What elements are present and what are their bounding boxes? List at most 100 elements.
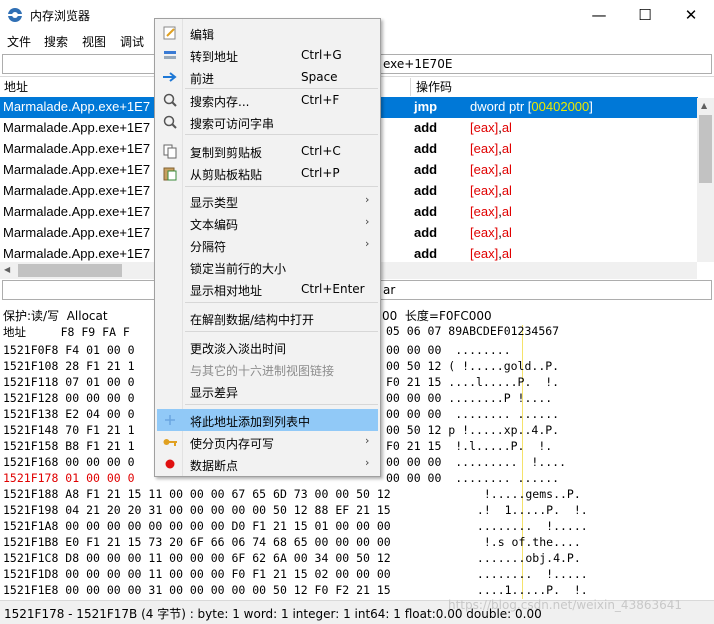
hex-row-tail[interactable]: ........ !..... bbox=[470, 567, 588, 581]
hex-row-tail[interactable]: 00 00 00 ........P !.... bbox=[386, 391, 552, 405]
menu-item-shortcut: Space bbox=[301, 70, 338, 84]
disasm-operand: [eax],al bbox=[470, 162, 512, 177]
hex-row[interactable]: 1521F1C8 D8 00 00 00 11 00 00 00 6F 62 6… bbox=[3, 551, 391, 565]
menu-item-separator-option[interactable]: 分隔符 › bbox=[157, 234, 378, 256]
hex-row[interactable]: 1521F168 00 00 00 0 bbox=[3, 455, 135, 469]
hex-row[interactable]: 1521F1D8 00 00 00 00 11 00 00 00 F0 F1 2… bbox=[3, 567, 391, 581]
hex-row[interactable]: 1521F1B8 E0 F1 21 15 73 20 6F 66 06 74 6… bbox=[3, 535, 391, 549]
menu-item-text-encoding[interactable]: 文本编码 › bbox=[157, 212, 378, 234]
disasm-address: Marmalade.App.exe+1E7 bbox=[3, 120, 151, 135]
hex-row-tail[interactable]: !.....gems..P. bbox=[470, 487, 581, 501]
hex-header: 地址 F8 F9 FA F bbox=[3, 325, 130, 339]
menu-item-label: 锁定当前行的大小 bbox=[190, 262, 287, 276]
hex-row-tail[interactable]: .......obj.4.P. bbox=[470, 551, 581, 565]
plus-icon bbox=[165, 415, 175, 425]
operand-register: [eax] bbox=[470, 183, 499, 198]
operand-register: [eax] bbox=[470, 225, 499, 240]
hex-row-tail[interactable]: 00 00 00 ........ ...... bbox=[386, 471, 559, 485]
paste-icon bbox=[163, 167, 177, 181]
scrollbar-thumb[interactable] bbox=[18, 264, 122, 277]
operand-text: dword ptr [ bbox=[470, 99, 532, 114]
menu-item-dissect-data[interactable]: 在解剖数据/结构中打开 bbox=[157, 307, 378, 329]
menu-item-paste[interactable]: 从剪贴板粘贴 Ctrl+P bbox=[157, 162, 378, 184]
menu-item-goto-address[interactable]: 转到地址 Ctrl+G bbox=[157, 44, 378, 66]
minimize-button[interactable]: — bbox=[576, 0, 622, 30]
menu-item-edit[interactable]: 编辑 bbox=[157, 22, 378, 44]
scroll-up-icon[interactable]: ▲ bbox=[701, 101, 707, 110]
operand-register: al bbox=[501, 204, 512, 219]
menu-item-add-to-list[interactable]: 将此地址添加到列表中 bbox=[157, 409, 378, 431]
hex-row[interactable]: 1521F1E8 00 00 00 00 31 00 00 00 00 00 5… bbox=[3, 583, 391, 597]
menu-item-relative-address[interactable]: 显示相对地址 Ctrl+Enter bbox=[157, 278, 378, 300]
hex-row-tail[interactable]: !.s of.the.... bbox=[470, 535, 581, 549]
submenu-arrow-icon: › bbox=[365, 193, 370, 206]
menu-view[interactable]: 视图 bbox=[82, 33, 106, 50]
column-separator[interactable] bbox=[410, 78, 411, 96]
scroll-left-icon[interactable]: ◀ bbox=[4, 265, 10, 274]
hex-row-tail[interactable]: 00 00 00 ........ ...... bbox=[386, 407, 559, 421]
hex-row[interactable]: 1521F108 28 F1 21 1 bbox=[3, 359, 135, 373]
menu-item-label: 显示相对地址 bbox=[190, 284, 263, 298]
column-header-opcode[interactable]: 操作码 bbox=[416, 78, 452, 98]
submenu-arrow-icon: › bbox=[365, 456, 370, 469]
menu-item-fade-time[interactable]: 更改淡入淡出时间 bbox=[157, 336, 378, 358]
disasm-address: Marmalade.App.exe+1E7 bbox=[3, 246, 151, 261]
hex-row-tail[interactable]: 00 50 12 ( !.....gold..P. bbox=[386, 359, 559, 373]
disasm-operand: [eax],al bbox=[470, 120, 512, 135]
hex-row[interactable]: 1521F0F8 F4 01 00 0 bbox=[3, 343, 135, 357]
hex-row-tail[interactable]: F0 21 15 ....l.....P. !. bbox=[386, 375, 559, 389]
menu-item-label: 分隔符 bbox=[190, 240, 227, 254]
hex-row-tail[interactable]: F0 21 15 !.l.....P. !. bbox=[386, 439, 552, 453]
app-icon bbox=[8, 8, 22, 22]
operand-register: al bbox=[501, 162, 512, 177]
hex-row[interactable]: 1521F118 07 01 00 0 bbox=[3, 375, 135, 389]
hex-row-tail[interactable]: 00 50 12 p !.....xp..4.P. bbox=[386, 423, 559, 437]
disasm-vertical-scrollbar[interactable]: ▲ bbox=[697, 98, 714, 262]
scrollbar-thumb[interactable] bbox=[699, 115, 712, 183]
menu-item-display-type[interactable]: 显示类型 › bbox=[157, 190, 378, 212]
disasm-address: Marmalade.App.exe+1E7 bbox=[3, 225, 151, 240]
menu-separator bbox=[185, 404, 378, 405]
menu-debug[interactable]: 调试 bbox=[120, 33, 144, 50]
disasm-opcode: add bbox=[414, 120, 438, 135]
copy-icon bbox=[163, 144, 177, 159]
operand-address: 00402000 bbox=[531, 99, 590, 114]
menu-item-copy[interactable]: 复制到剪贴板 Ctrl+C bbox=[157, 140, 378, 162]
menu-item-show-diff[interactable]: 显示差异 bbox=[157, 380, 378, 402]
operand-register: [eax] bbox=[470, 162, 499, 177]
menu-item-forward[interactable]: 前进 Space bbox=[157, 66, 378, 88]
hex-row[interactable]: 1521F148 70 F1 21 1 bbox=[3, 423, 135, 437]
operand-register: [eax] bbox=[470, 246, 499, 261]
hex-row[interactable]: 1521F128 00 00 00 0 bbox=[3, 391, 135, 405]
menu-item-search-memory[interactable]: 搜索内存... Ctrl+F bbox=[157, 89, 378, 111]
disasm-address: Marmalade.App.exe+1E7 bbox=[3, 141, 151, 156]
hex-row[interactable]: 1521F138 E2 04 00 0 bbox=[3, 407, 135, 421]
disasm-opcode: add bbox=[414, 183, 438, 198]
operand-register: [eax] bbox=[470, 120, 499, 135]
menu-item-search-strings[interactable]: 搜索可访问字串 bbox=[157, 111, 378, 133]
close-button[interactable]: ✕ bbox=[668, 0, 714, 30]
menu-search[interactable]: 搜索 bbox=[44, 33, 68, 50]
hex-row[interactable]: 1521F158 B8 F1 21 1 bbox=[3, 439, 135, 453]
maximize-button[interactable]: ☐ bbox=[622, 0, 668, 30]
hex-row-selected[interactable]: 1521F178 01 00 00 0 bbox=[3, 471, 135, 485]
hex-row[interactable]: 1521F1A8 00 00 00 00 00 00 00 00 D0 F1 2… bbox=[3, 519, 391, 533]
column-header-address[interactable]: 地址 bbox=[4, 78, 28, 98]
menu-item-label: 文本编码 bbox=[190, 218, 239, 232]
memory-viewer-window: 内存浏览器 — ☐ ✕ 文件 搜索 视图 调试 exe+1E70E 地址 操作码… bbox=[0, 0, 714, 624]
menu-item-shortcut: Ctrl+P bbox=[301, 166, 340, 180]
hex-row-tail[interactable]: ....1.....P. !. bbox=[470, 583, 588, 597]
hex-row[interactable]: 1521F188 A8 F1 21 15 11 00 00 00 67 65 6… bbox=[3, 487, 391, 501]
menu-item-data-breakpoint[interactable]: 数据断点 › bbox=[157, 453, 378, 475]
disasm-opcode: add bbox=[414, 225, 438, 240]
hex-row[interactable]: 1521F198 04 21 20 20 31 00 00 00 00 00 5… bbox=[3, 503, 391, 517]
menu-item-make-writable[interactable]: 使分页内存可写 › bbox=[157, 431, 378, 453]
menu-item-label: 更改淡入淡出时间 bbox=[190, 342, 287, 356]
hex-row-tail[interactable]: ........ !..... bbox=[470, 519, 588, 533]
hex-row-tail[interactable]: .! 1.....P. !. bbox=[470, 503, 588, 517]
menu-file[interactable]: 文件 bbox=[7, 33, 31, 50]
menu-item-lock-row-size[interactable]: 锁定当前行的大小 bbox=[157, 256, 378, 278]
menu-separator bbox=[185, 134, 378, 135]
hex-row-tail[interactable]: 00 00 00 ......... !.... bbox=[386, 455, 566, 469]
hex-row-tail[interactable]: 00 00 00 ........ bbox=[386, 343, 511, 357]
